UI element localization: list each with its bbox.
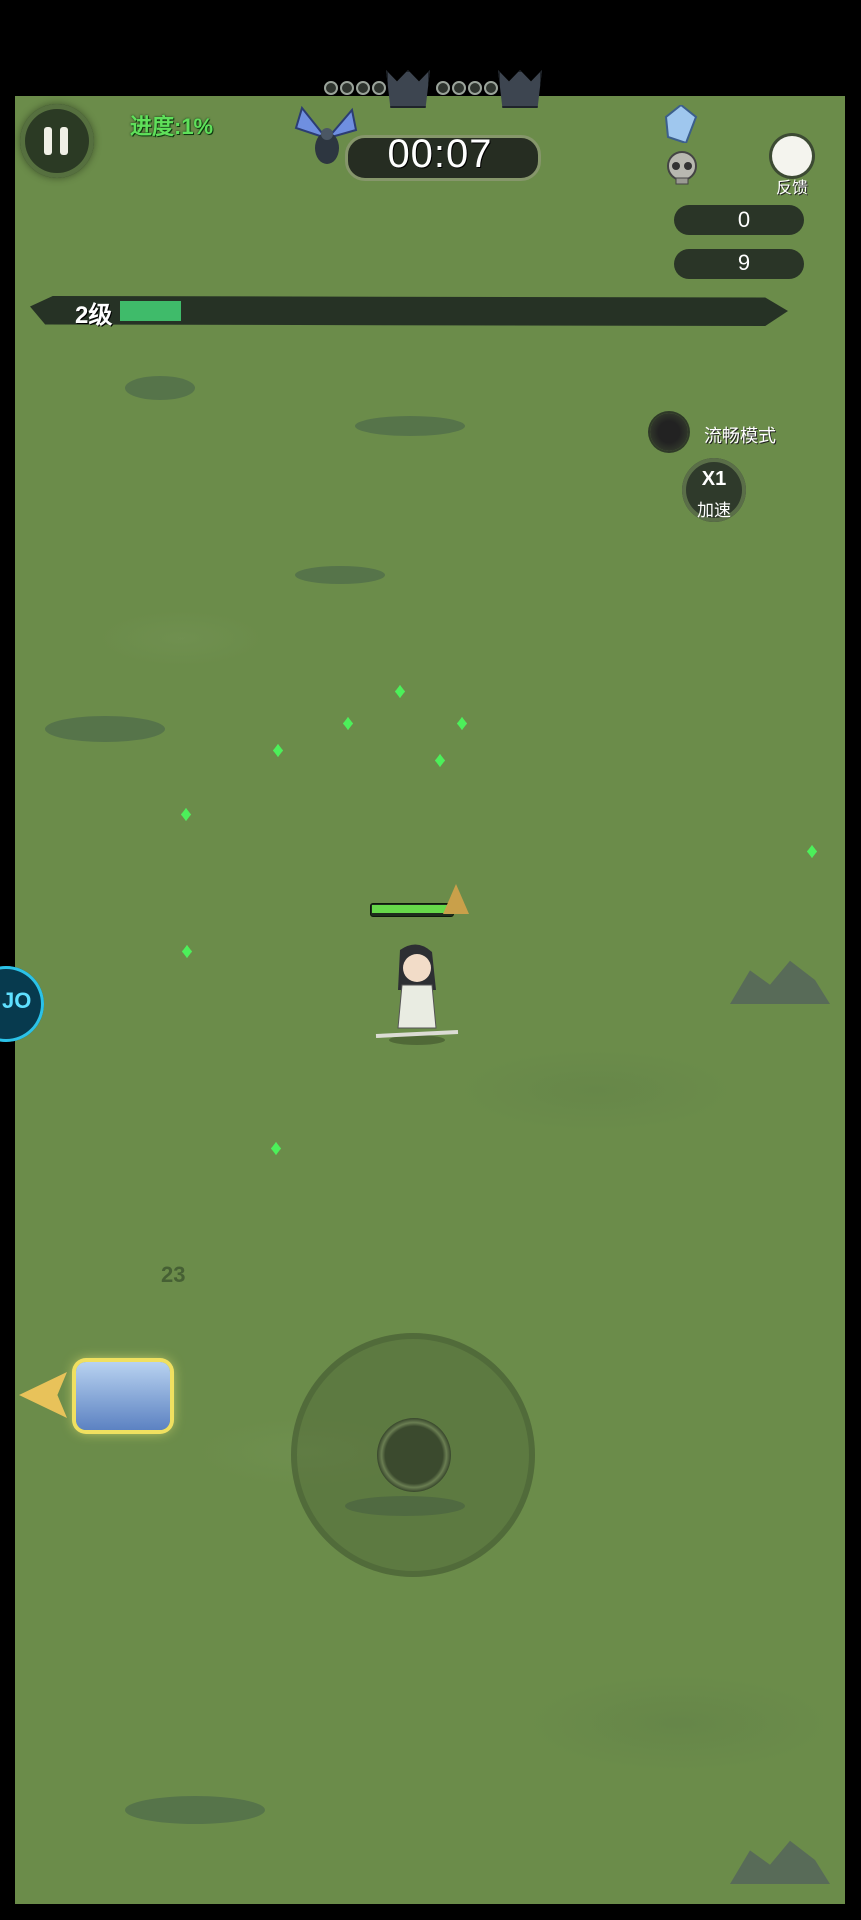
- feedback-label: 反馈: [775, 180, 808, 197]
- grass-patch: [45, 716, 165, 742]
- treasure-chest-icon[interactable]: [76, 1362, 170, 1430]
- joystick-knob[interactable]: [377, 1418, 451, 1492]
- wave-dot: [356, 81, 370, 95]
- rock: [730, 1840, 830, 1884]
- progress-text: 进度:1%: [130, 114, 214, 139]
- timer: 00:07: [387, 132, 493, 176]
- wave-dot: [468, 81, 482, 95]
- grass-patch: [295, 566, 385, 584]
- experience-fill: [120, 301, 181, 321]
- pause-icon: [60, 127, 68, 155]
- feedback-icon: [772, 136, 812, 176]
- overlay-badge-text: JO: [2, 988, 32, 1013]
- grass-patch: [125, 376, 195, 400]
- floor-number: 23: [161, 1262, 186, 1287]
- speed-label: 加速: [697, 501, 731, 520]
- wave-dot: [484, 81, 498, 95]
- pause-button[interactable]: [20, 104, 94, 178]
- crystal-icon: [664, 105, 698, 143]
- player-character: [375, 944, 459, 1045]
- smooth-mode-label: 流畅模式: [704, 426, 776, 446]
- kill-count: 9: [737, 250, 751, 275]
- rock: [730, 960, 830, 1004]
- level-label: 2级: [75, 302, 113, 329]
- grass-patch: [125, 1796, 265, 1824]
- wave-dot: [324, 81, 338, 95]
- wave-dot: [452, 81, 466, 95]
- speed-multiplier: X1: [701, 468, 727, 490]
- wave-dot: [372, 81, 386, 95]
- wave-boss-icon: [498, 70, 542, 108]
- player-health-fill: [372, 905, 448, 913]
- wave-dot: [436, 81, 450, 95]
- wave-dot: [340, 81, 354, 95]
- pause-icon: [44, 127, 52, 155]
- wave-boss-icon: [386, 70, 430, 108]
- grass-patch: [355, 416, 465, 436]
- feedback-button[interactable]: 反馈: [762, 136, 818, 197]
- skull-icon: [667, 151, 697, 185]
- crystal-count: 0: [737, 207, 751, 232]
- smooth-mode-toggle[interactable]: [650, 413, 688, 451]
